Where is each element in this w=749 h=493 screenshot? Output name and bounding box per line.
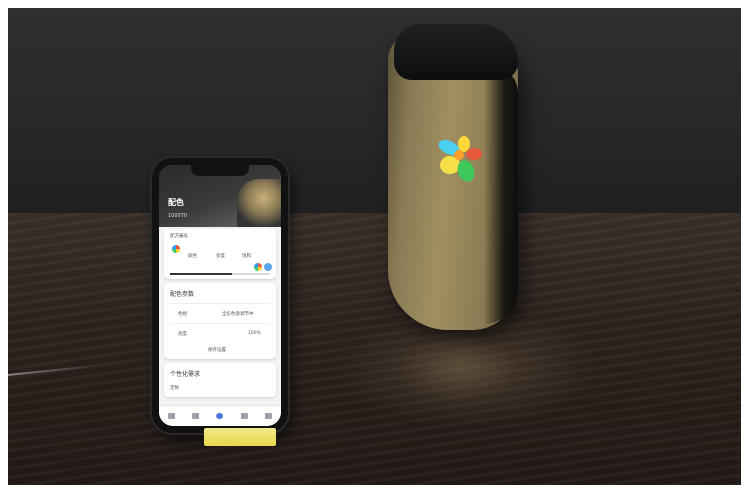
device-id: 100070 xyxy=(168,213,188,219)
tab-color-icon[interactable] xyxy=(216,413,224,419)
device-reflection xyxy=(398,332,518,402)
background-wall xyxy=(8,8,741,238)
photo-frame xyxy=(8,8,741,485)
divider xyxy=(170,323,270,324)
logo-petal xyxy=(454,150,464,160)
row-value[interactable]: 全彩色盘调节中 xyxy=(222,311,254,317)
header-device-image xyxy=(237,179,281,227)
row-value[interactable]: 100% xyxy=(248,331,261,336)
tab-bar xyxy=(159,405,281,426)
phone-stand xyxy=(204,428,276,446)
phone-notch xyxy=(191,165,249,176)
palette-icon[interactable] xyxy=(254,263,262,271)
app-title: 配色 xyxy=(168,198,184,207)
tab-profile-icon[interactable] xyxy=(265,413,273,419)
sync-icon[interactable] xyxy=(264,263,272,271)
color-card[interactable]: 配方编号 颜色 亮度 饱和 xyxy=(164,229,276,279)
tab-message-icon[interactable] xyxy=(240,413,248,419)
logo-petal xyxy=(466,148,482,160)
params-card: 配色参数 色相 全彩色盘调节中 亮度 100% 保存设置 xyxy=(164,283,276,359)
col-label: 颜色 xyxy=(188,254,197,259)
phone-screen: 配色 100070 配方编号 颜色 亮度 饱和 配色参数 色相 全彩色盘调节中 … xyxy=(159,165,281,426)
custom-card[interactable]: 个性化需求 定制 xyxy=(164,363,276,397)
card-title: 个性化需求 xyxy=(170,371,201,378)
smartphone: 配色 100070 配方编号 颜色 亮度 饱和 配色参数 色相 全彩色盘调节中 … xyxy=(152,158,288,433)
card-label: 配方编号 xyxy=(170,234,188,239)
row-label: 亮度 xyxy=(178,332,187,337)
card-sub: 定制 xyxy=(170,386,179,391)
flower-logo-icon xyxy=(436,136,488,188)
save-button[interactable]: 保存设置 xyxy=(208,347,226,353)
color-swatch-icon xyxy=(172,245,180,253)
device-top-cap xyxy=(394,24,518,80)
tab-list-icon[interactable] xyxy=(192,413,200,419)
progress-fill xyxy=(170,273,232,275)
tab-home-icon[interactable] xyxy=(167,413,175,419)
row-label: 色相 xyxy=(178,312,187,317)
card-title: 配色参数 xyxy=(170,291,195,298)
col-label: 亮度 xyxy=(216,254,225,259)
col-label: 饱和 xyxy=(242,254,251,259)
device-edge xyxy=(484,64,518,324)
divider xyxy=(170,303,270,304)
progress-bar xyxy=(170,273,270,275)
